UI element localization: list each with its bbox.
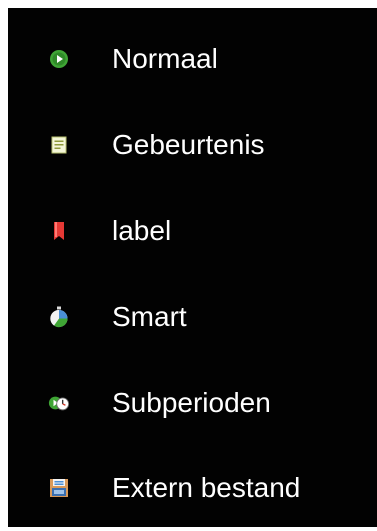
menu-item-extern-bestand[interactable]: Extern bestand bbox=[8, 445, 377, 531]
menu-item-normaal[interactable]: Normaal bbox=[8, 16, 377, 102]
menu-item-label-tag[interactable]: label bbox=[8, 188, 377, 274]
menu-item-label: Subperioden bbox=[112, 387, 271, 418]
note-icon bbox=[48, 134, 70, 156]
play-circle-icon bbox=[48, 48, 70, 70]
menu-item-gebeurtenis[interactable]: Gebeurtenis bbox=[8, 102, 377, 188]
smart-icon bbox=[48, 306, 70, 328]
menu-item-label: Gebeurtenis bbox=[112, 129, 265, 160]
menu-item-label: Extern bestand bbox=[112, 472, 301, 503]
bookmark-icon bbox=[48, 220, 70, 242]
menu-item-label: Normaal bbox=[112, 43, 218, 74]
menu-item-label: Smart bbox=[112, 301, 187, 332]
clock-icon bbox=[48, 392, 70, 414]
playback-mode-menu: Normaal Gebeurtenis label Smart Subperio… bbox=[8, 8, 377, 527]
menu-item-label: label bbox=[112, 215, 172, 246]
menu-item-smart[interactable]: Smart bbox=[8, 274, 377, 360]
floppy-icon bbox=[48, 477, 70, 499]
menu-item-subperioden[interactable]: Subperioden bbox=[8, 360, 377, 446]
